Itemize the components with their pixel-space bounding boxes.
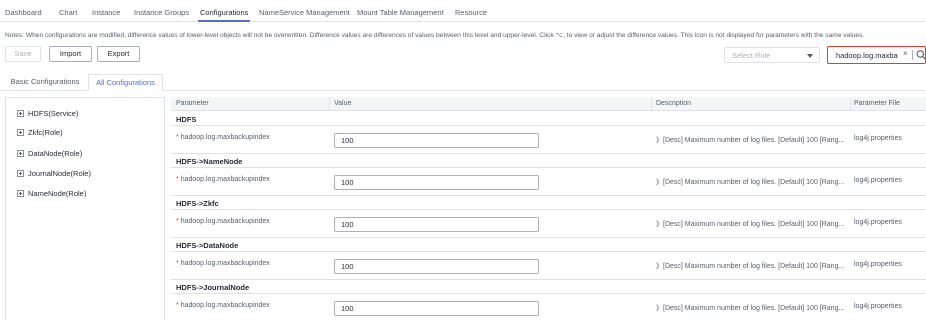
search-divider bbox=[912, 50, 913, 60]
close-icon[interactable]: × bbox=[903, 49, 908, 58]
parameter-name: * hadoop.log.maxbackupindex bbox=[176, 176, 270, 183]
parameter-name: * hadoop.log.maxbackupindex bbox=[176, 302, 270, 309]
tab-dashboard[interactable]: Dashboard bbox=[5, 8, 42, 17]
parameter-description[interactable]: 》[Desc] Maximum number of log files. [De… bbox=[656, 135, 844, 145]
parameter-name: * hadoop.log.maxbackupindex bbox=[176, 218, 270, 225]
tab-configurations[interactable]: Configurations bbox=[197, 8, 251, 22]
expand-icon[interactable] bbox=[17, 110, 24, 117]
parameter-description[interactable]: 》[Desc] Maximum number of log files. [De… bbox=[656, 177, 844, 187]
value-input[interactable]: 100 bbox=[334, 301, 539, 316]
config-table: Parameter Value Description Parameter Fi… bbox=[171, 97, 926, 320]
group-label: HDFS->Zkfc bbox=[176, 199, 219, 208]
parameter-name-text: hadoop.log.maxbackupindex bbox=[180, 260, 270, 267]
expand-icon[interactable] bbox=[17, 190, 24, 197]
table-row: * hadoop.log.maxbackupindex 100 》[Desc] … bbox=[171, 210, 926, 238]
required-mark: * bbox=[176, 134, 179, 141]
parameter-description[interactable]: 》[Desc] Maximum number of log files. [De… bbox=[656, 219, 844, 229]
export-button[interactable]: Export bbox=[97, 46, 140, 62]
column-divider bbox=[651, 98, 652, 110]
expand-icon[interactable] bbox=[17, 170, 24, 177]
table-group-row: HDFS->Zkfc bbox=[171, 196, 926, 210]
tab-all-configurations[interactable]: All Configurations bbox=[88, 74, 163, 91]
parameter-name-text: hadoop.log.maxbackupindex bbox=[180, 302, 270, 309]
column-divider bbox=[329, 98, 330, 110]
expand-icon[interactable] bbox=[17, 150, 24, 157]
table-row: * hadoop.log.maxbackupindex 100 》[Desc] … bbox=[171, 294, 926, 320]
tree-item-label: DataNode(Role) bbox=[28, 149, 83, 158]
table-row: * hadoop.log.maxbackupindex 100 》[Desc] … bbox=[171, 252, 926, 280]
tab-instance[interactable]: Instance bbox=[92, 8, 120, 17]
tab-nameservice-management[interactable]: NameService Management bbox=[259, 8, 350, 17]
tab-resource[interactable]: Resource bbox=[455, 8, 487, 17]
role-tree: HDFS(Service) Zkfc(Role) DataNode(Role) … bbox=[5, 97, 165, 320]
required-mark: * bbox=[176, 302, 179, 309]
value-input[interactable]: 100 bbox=[334, 259, 539, 274]
required-mark: * bbox=[176, 176, 179, 183]
role-select-placeholder: Select Role bbox=[732, 51, 771, 60]
group-label: HDFS->JournalNode bbox=[176, 283, 250, 292]
parameter-name: * hadoop.log.maxbackupindex bbox=[176, 134, 270, 141]
tree-item-label: Zkfc(Role) bbox=[28, 128, 63, 137]
table-group-row: HDFS->NameNode bbox=[171, 154, 926, 168]
parameter-description[interactable]: 》[Desc] Maximum number of log files. [De… bbox=[656, 261, 844, 271]
required-mark: * bbox=[176, 218, 179, 225]
parameter-file: log4j.properties bbox=[854, 303, 902, 310]
parameter-file: log4j.properties bbox=[854, 177, 902, 184]
save-button[interactable]: Save bbox=[5, 46, 41, 62]
import-button[interactable]: Import bbox=[49, 46, 92, 62]
chevron-down-icon bbox=[807, 54, 813, 58]
value-input[interactable]: 100 bbox=[334, 217, 539, 232]
table-group-row: HDFS->DataNode bbox=[171, 238, 926, 252]
search-icon[interactable] bbox=[916, 49, 926, 61]
table-group-row: HDFS->JournalNode bbox=[171, 280, 926, 294]
column-header-value: Value bbox=[334, 100, 352, 107]
expand-icon[interactable] bbox=[17, 129, 24, 136]
required-mark: * bbox=[176, 260, 179, 267]
top-nav-tabs: Dashboard Chart Instance Instance Groups… bbox=[0, 0, 926, 22]
value-input[interactable]: 100 bbox=[334, 175, 539, 190]
table-row: * hadoop.log.maxbackupindex 100 》[Desc] … bbox=[171, 126, 926, 154]
tree-item-label: JournalNode(Role) bbox=[28, 169, 91, 178]
search-input[interactable] bbox=[836, 49, 898, 61]
table-row: * hadoop.log.maxbackupindex 100 》[Desc] … bbox=[171, 168, 926, 196]
parameter-name-text: hadoop.log.maxbackupindex bbox=[180, 218, 270, 225]
column-header-description: Description bbox=[656, 100, 692, 107]
column-header-parameter-file: Parameter File bbox=[854, 100, 900, 107]
parameter-name: * hadoop.log.maxbackupindex bbox=[176, 260, 270, 267]
search-box: × bbox=[827, 46, 926, 64]
group-label: HDFS->NameNode bbox=[176, 157, 243, 166]
column-divider bbox=[850, 98, 851, 110]
group-label: HDFS->DataNode bbox=[176, 241, 239, 250]
tab-instance-groups[interactable]: Instance Groups bbox=[134, 8, 189, 17]
parameter-description[interactable]: 》[Desc] Maximum number of log files. [De… bbox=[656, 303, 844, 313]
table-group-row: HDFS bbox=[171, 112, 926, 126]
column-header-parameter: Parameter bbox=[176, 100, 209, 107]
parameter-name-text: hadoop.log.maxbackupindex bbox=[180, 134, 270, 141]
role-select[interactable]: Select Role bbox=[724, 47, 820, 63]
parameter-name-text: hadoop.log.maxbackupindex bbox=[180, 176, 270, 183]
parameter-file: log4j.properties bbox=[854, 135, 902, 142]
tab-chart[interactable]: Chart bbox=[59, 8, 77, 17]
tree-item-label: NameNode(Role) bbox=[28, 189, 87, 198]
table-header: Parameter Value Description Parameter Fi… bbox=[171, 97, 926, 111]
parameter-file: log4j.properties bbox=[854, 219, 902, 226]
config-sub-tabs: Basic Configurations All Configurations bbox=[0, 74, 926, 91]
parameter-file: log4j.properties bbox=[854, 261, 902, 268]
notes-text: Notes: When configurations are modified,… bbox=[5, 32, 865, 39]
value-input[interactable]: 100 bbox=[334, 133, 539, 148]
tree-item-label: HDFS(Service) bbox=[28, 109, 79, 118]
tab-basic-configurations[interactable]: Basic Configurations bbox=[5, 74, 85, 91]
group-label: HDFS bbox=[176, 115, 197, 124]
tab-mount-table-management[interactable]: Mount Table Management bbox=[357, 8, 444, 17]
